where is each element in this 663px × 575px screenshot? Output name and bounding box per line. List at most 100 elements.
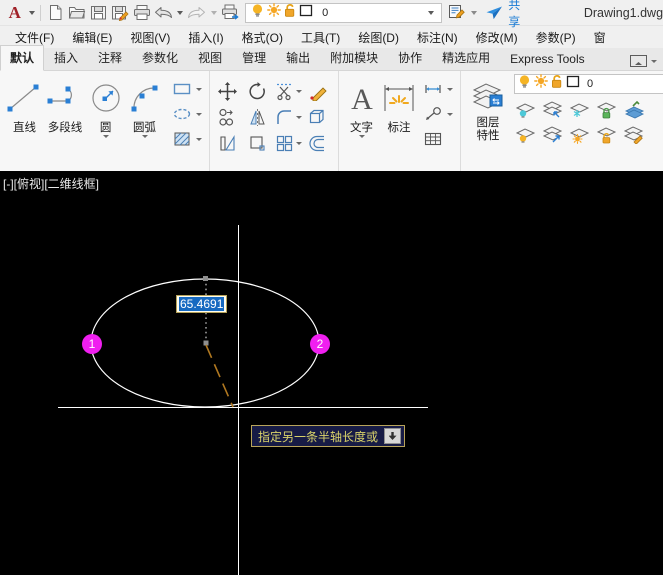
redo-icon[interactable] bbox=[186, 2, 208, 24]
layer-dropdown-caret-icon[interactable] bbox=[423, 11, 439, 15]
layer-match-icon[interactable] bbox=[622, 122, 646, 146]
command-options-dropdown-icon[interactable] bbox=[384, 428, 401, 444]
layer-properties-caret-icon[interactable] bbox=[468, 11, 480, 15]
layer-properties-quick-icon[interactable] bbox=[446, 2, 468, 24]
dimension-icon bbox=[379, 78, 419, 118]
tab-collaborate[interactable]: 协作 bbox=[388, 45, 432, 70]
menu-item-parametric[interactable]: 参数(P) bbox=[527, 27, 585, 48]
rotate-icon[interactable] bbox=[245, 79, 269, 103]
mirror-icon[interactable] bbox=[245, 105, 269, 129]
draw-polyline-button[interactable]: 多段线 bbox=[44, 75, 86, 135]
annotation-dimension-button[interactable]: 标注 bbox=[379, 75, 419, 135]
leader-icon[interactable] bbox=[421, 102, 445, 126]
layer-unlock-icon[interactable] bbox=[595, 122, 619, 146]
table-icon[interactable] bbox=[421, 127, 445, 151]
share-label[interactable]: 共享 bbox=[508, 0, 532, 30]
plot-icon[interactable] bbox=[131, 2, 153, 24]
draw-circle-caret-icon[interactable] bbox=[103, 135, 109, 138]
tab-annotate[interactable]: 注释 bbox=[88, 45, 132, 70]
drawing-canvas[interactable]: 1 2 65.4691 指定另一条半轴长度或 bbox=[0, 195, 663, 575]
layer-thaw-icon[interactable] bbox=[568, 122, 592, 146]
layer-freeze-icon[interactable] bbox=[568, 97, 592, 121]
layer-off-icon[interactable] bbox=[514, 97, 538, 121]
tab-parametric[interactable]: 参数化 bbox=[132, 45, 188, 70]
rectangle-caret-icon[interactable] bbox=[194, 88, 204, 91]
linear-dim-caret-icon[interactable] bbox=[445, 88, 455, 91]
drawing-geometry bbox=[0, 195, 663, 575]
array-caret-icon[interactable] bbox=[295, 142, 303, 145]
tracking-marker-top bbox=[203, 276, 208, 281]
ellipse-caret-icon[interactable] bbox=[194, 113, 204, 116]
redo-dropdown-caret-icon[interactable] bbox=[208, 11, 220, 15]
share-icon[interactable] bbox=[484, 2, 506, 24]
new-file-icon[interactable] bbox=[44, 2, 66, 24]
layer-unisolate-icon[interactable] bbox=[541, 122, 565, 146]
save-icon[interactable] bbox=[88, 2, 110, 24]
layer-thaw-sun-icon[interactable] bbox=[267, 3, 281, 22]
tab-addins[interactable]: 附加模块 bbox=[320, 45, 388, 70]
menu-item-window[interactable]: 窗 bbox=[585, 27, 615, 48]
ribbon-minimize-control[interactable] bbox=[630, 55, 657, 67]
fillet-icon[interactable] bbox=[275, 105, 295, 129]
leader-caret-icon[interactable] bbox=[445, 113, 455, 116]
tab-view[interactable]: 视图 bbox=[188, 45, 232, 70]
trim-caret-icon[interactable] bbox=[295, 90, 303, 93]
ribbon-layer-unlock-icon[interactable] bbox=[551, 74, 563, 94]
annotation-text-button[interactable]: A 文字 bbox=[344, 75, 379, 138]
text-icon: A bbox=[345, 78, 379, 118]
draw-line-button[interactable]: 直线 bbox=[5, 75, 44, 135]
tab-insert[interactable]: 插入 bbox=[44, 45, 88, 70]
layer-unlock-icon[interactable] bbox=[284, 3, 296, 23]
tab-featured-apps[interactable]: 精选应用 bbox=[432, 45, 500, 70]
application-menu-caret-icon[interactable] bbox=[26, 11, 38, 15]
draw-arc-button[interactable]: 圆弧 bbox=[125, 75, 164, 138]
trim-icon[interactable] bbox=[275, 79, 295, 103]
ellipse-icon[interactable] bbox=[170, 102, 194, 126]
point-marker-2-label: 2 bbox=[317, 337, 324, 351]
tab-home[interactable]: 默认 bbox=[0, 45, 44, 71]
rectangle-icon[interactable] bbox=[170, 77, 194, 101]
plot-preview-icon[interactable] bbox=[220, 2, 242, 24]
tab-express-tools[interactable]: Express Tools bbox=[500, 48, 594, 70]
quick-access-layer-control[interactable]: 0 bbox=[245, 3, 442, 23]
dynamic-input-field[interactable]: 65.4691 bbox=[176, 295, 227, 313]
undo-dropdown-caret-icon[interactable] bbox=[174, 11, 186, 15]
tab-output[interactable]: 输出 bbox=[276, 45, 320, 70]
viewport-label[interactable]: [-][俯视][二维线框] bbox=[0, 175, 99, 192]
hatch-caret-icon[interactable] bbox=[194, 138, 204, 141]
ribbon-layer-on-bulb-icon[interactable] bbox=[518, 74, 531, 94]
3d-array-icon[interactable] bbox=[305, 105, 329, 129]
draw-circle-label: 圆 bbox=[100, 119, 112, 135]
array-icon[interactable] bbox=[275, 131, 295, 155]
stretch-icon[interactable] bbox=[215, 131, 239, 155]
layer-isolate-icon[interactable] bbox=[541, 97, 565, 121]
layer-color-swatch-icon[interactable] bbox=[299, 3, 314, 23]
layer-on-icon[interactable] bbox=[514, 122, 538, 146]
copy-icon[interactable] bbox=[215, 105, 239, 129]
ribbon-minimize-icon[interactable] bbox=[630, 55, 647, 67]
ribbon-layer-thaw-sun-icon[interactable] bbox=[534, 74, 548, 94]
dynamic-input-value[interactable]: 65.4691 bbox=[179, 297, 224, 311]
move-icon[interactable] bbox=[215, 79, 239, 103]
tab-manage[interactable]: 管理 bbox=[232, 45, 276, 70]
application-menu-button[interactable]: A bbox=[4, 2, 26, 24]
hatch-icon[interactable] bbox=[170, 127, 194, 151]
save-as-icon[interactable] bbox=[109, 2, 131, 24]
scale-icon[interactable] bbox=[245, 131, 269, 155]
offset-icon[interactable] bbox=[305, 131, 329, 155]
layer-on-bulb-icon[interactable] bbox=[251, 3, 264, 23]
annotation-text-caret-icon[interactable] bbox=[359, 135, 365, 138]
layer-properties-button[interactable]: 图层 特性 bbox=[466, 74, 510, 143]
linear-dim-icon[interactable] bbox=[421, 77, 445, 101]
erase-icon[interactable] bbox=[305, 79, 329, 103]
polyline-icon bbox=[44, 78, 86, 118]
layer-make-current-icon[interactable] bbox=[622, 97, 646, 121]
draw-circle-button[interactable]: 圆 bbox=[86, 75, 125, 138]
ribbon-layer-color-swatch-icon[interactable] bbox=[566, 74, 581, 94]
fillet-caret-icon[interactable] bbox=[295, 116, 303, 119]
undo-icon[interactable] bbox=[153, 2, 175, 24]
layer-lock-icon[interactable] bbox=[595, 97, 619, 121]
ribbon-layer-control[interactable]: 0 bbox=[514, 74, 663, 94]
open-file-icon[interactable] bbox=[66, 2, 88, 24]
draw-arc-caret-icon[interactable] bbox=[142, 135, 148, 138]
